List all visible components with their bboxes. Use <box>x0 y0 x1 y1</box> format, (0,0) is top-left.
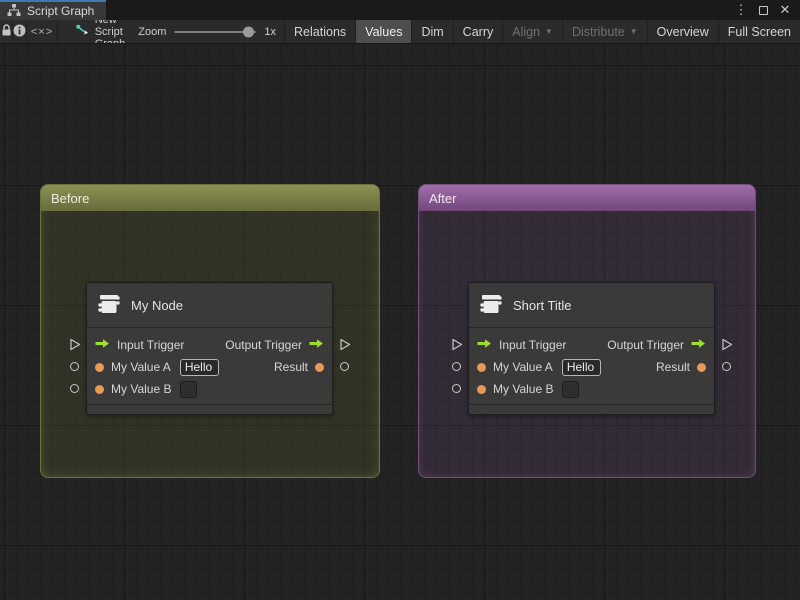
node-title: My Node <box>131 297 184 313</box>
menu-icon[interactable]: ⋮ <box>732 1 750 19</box>
port-label: My Value B <box>493 382 554 396</box>
relations-button[interactable]: Relations <box>284 20 355 43</box>
flow-out-icon[interactable] <box>309 338 324 352</box>
flow-out-icon[interactable] <box>691 338 706 352</box>
port-row: My Value B <box>87 378 332 400</box>
port-row: Input Trigger Output Trigger <box>87 334 332 356</box>
flow-output-port[interactable] <box>720 338 733 351</box>
port-label: Output Trigger <box>225 338 302 352</box>
port-label: Output Trigger <box>607 338 684 352</box>
value-input-port[interactable] <box>68 360 81 373</box>
flow-input-port[interactable] <box>68 338 81 351</box>
zoom-slider[interactable] <box>174 20 257 43</box>
node-ports: Input Trigger Output Trigger My Value A … <box>87 328 332 404</box>
value-port-icon[interactable] <box>477 384 486 394</box>
port-label: Input Trigger <box>117 338 185 352</box>
graph-toolbar: <×> New Script Graph Zoom 1x Relations V… <box>0 20 800 44</box>
tab-title: Script Graph <box>27 4 95 18</box>
node-header[interactable]: My Node <box>87 283 332 328</box>
node-short-title[interactable]: Short Title Input Trigger Output Trigger <box>451 282 732 415</box>
align-dropdown[interactable]: Align ▼ <box>502 20 562 43</box>
value-output-port[interactable] <box>338 360 351 373</box>
value-port-icon[interactable] <box>95 362 104 372</box>
window-controls: ⋮ ✕ <box>732 0 800 20</box>
unity-window: Script Graph ⋮ ✕ <×> New Script Graph <box>0 0 800 600</box>
value-port-icon[interactable] <box>697 362 706 372</box>
dim-button[interactable]: Dim <box>411 20 452 43</box>
code-view-button[interactable]: <×> <box>27 20 58 43</box>
flow-output-port[interactable] <box>338 338 351 351</box>
flow-in-icon[interactable] <box>477 338 492 352</box>
port-label: Input Trigger <box>499 338 567 352</box>
group-after-header[interactable]: After <box>419 185 755 211</box>
port-label: Result <box>655 360 690 374</box>
node-ports: Input Trigger Output Trigger My Value A … <box>469 328 714 404</box>
value-b-input[interactable] <box>180 380 198 398</box>
graph-hierarchy-icon <box>7 3 21 19</box>
group-title: Before <box>51 190 90 206</box>
node-my-node[interactable]: My Node Input Trigger Output Trigger My … <box>69 282 350 415</box>
graph-name-label: New Script Graph <box>94 20 126 44</box>
node-title: Short Title <box>513 297 572 313</box>
group-title: After <box>429 190 457 206</box>
port-label: My Value B <box>111 382 172 396</box>
zoom-control: Zoom 1x <box>138 20 282 43</box>
info-icon <box>13 24 26 40</box>
value-output-port[interactable] <box>720 360 733 373</box>
close-icon[interactable]: ✕ <box>776 1 794 19</box>
zoom-label: Zoom <box>138 25 167 38</box>
overview-button[interactable]: Overview <box>646 20 718 43</box>
value-a-input[interactable] <box>561 358 601 376</box>
value-input-port[interactable] <box>68 382 81 395</box>
port-label: Result <box>273 360 308 374</box>
port-row: My Value A Result <box>469 356 714 378</box>
value-input-port[interactable] <box>450 382 463 395</box>
graph-title-button[interactable]: New Script Graph <box>75 20 126 43</box>
node-header[interactable]: Short Title <box>469 283 714 328</box>
unit-node-icon <box>479 292 503 319</box>
port-row: Input Trigger Output Trigger <box>469 334 714 356</box>
carry-button[interactable]: Carry <box>452 20 503 43</box>
value-b-input[interactable] <box>562 380 580 398</box>
group-before-header[interactable]: Before <box>41 185 379 211</box>
port-label: My Value A <box>493 360 553 374</box>
lock-icon <box>1 24 12 39</box>
port-row: My Value A Result <box>87 356 332 378</box>
script-graph-asset-icon <box>75 24 89 40</box>
port-label: My Value A <box>111 360 171 374</box>
flow-input-port[interactable] <box>450 338 463 351</box>
zoom-slider-handle[interactable] <box>243 26 255 37</box>
value-port-icon[interactable] <box>477 362 486 372</box>
value-input-port[interactable] <box>450 360 463 373</box>
chevron-down-icon: ▼ <box>629 26 638 36</box>
flow-in-icon[interactable] <box>95 338 110 352</box>
lock-button[interactable] <box>0 20 14 43</box>
values-button[interactable]: Values <box>355 20 412 43</box>
distribute-dropdown[interactable]: Distribute ▼ <box>561 20 647 43</box>
code-icon: <×> <box>30 25 54 38</box>
fullscreen-button[interactable]: Full Screen <box>717 20 800 43</box>
value-a-input[interactable] <box>179 358 219 376</box>
node-footer <box>469 404 714 414</box>
port-row: My Value B <box>469 378 714 400</box>
value-port-icon[interactable] <box>95 384 104 394</box>
graph-canvas[interactable]: Before After My Node Input Trigger Outpu… <box>0 44 800 600</box>
chevron-down-icon: ▼ <box>545 26 553 36</box>
zoom-value: 1x <box>264 25 277 38</box>
maximize-icon[interactable] <box>754 1 772 19</box>
tab-bar: Script Graph ⋮ ✕ <box>0 0 800 20</box>
toolbar-buttons: Relations Values Dim Carry Align ▼ Distri… <box>284 20 800 43</box>
info-button[interactable] <box>13 20 28 43</box>
node-footer <box>87 404 332 414</box>
tab-script-graph[interactable]: Script Graph <box>0 0 107 20</box>
value-port-icon[interactable] <box>315 362 324 372</box>
unit-node-icon <box>97 292 121 319</box>
